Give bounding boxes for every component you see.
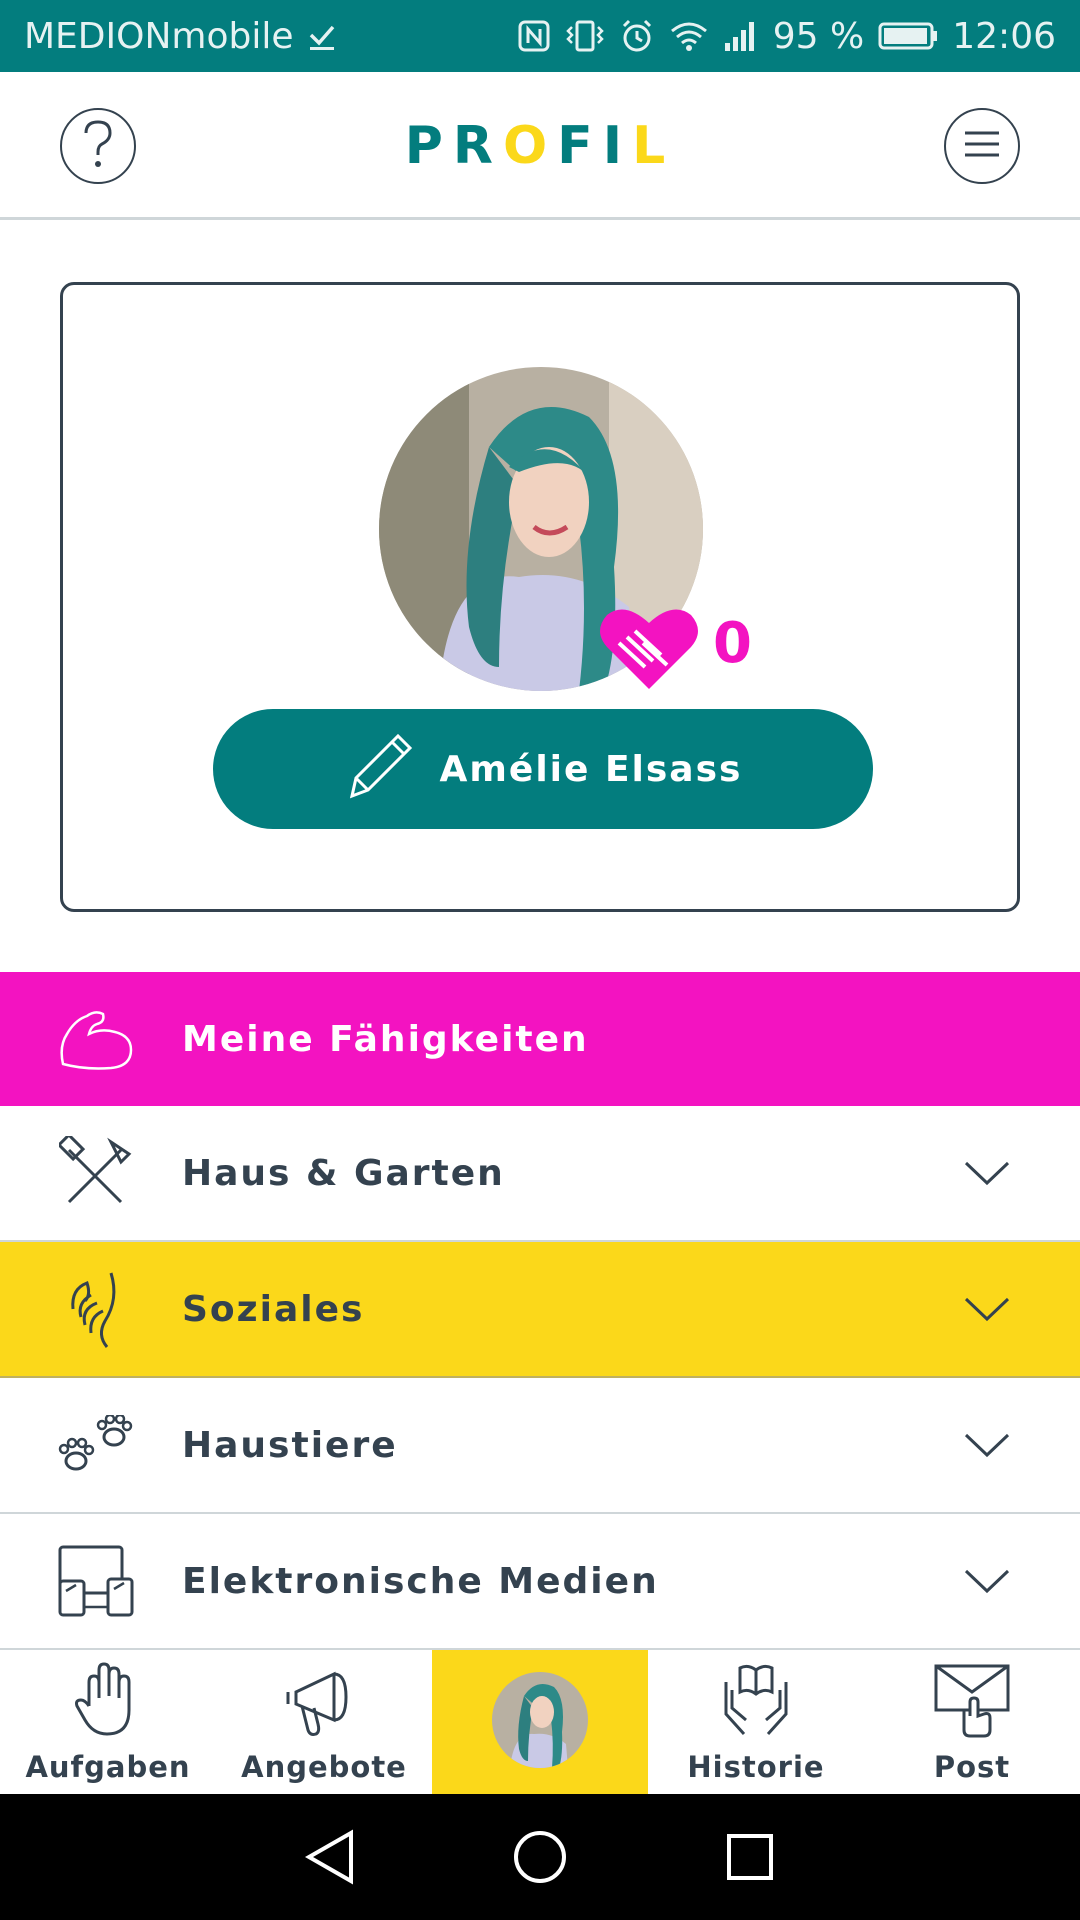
nav-profil[interactable] bbox=[432, 1650, 648, 1796]
nav-label: Angebote bbox=[241, 1750, 407, 1784]
nav-aufgaben[interactable]: Aufgaben bbox=[0, 1650, 216, 1796]
skills-header: Meine Fähigkeiten bbox=[0, 972, 1080, 1106]
nfc-icon bbox=[517, 19, 551, 53]
download-done-icon bbox=[308, 21, 336, 51]
paw-icon bbox=[56, 1405, 136, 1485]
menu-button[interactable] bbox=[944, 108, 1020, 184]
carrier-name: MEDIONmobile bbox=[24, 15, 294, 57]
skill-label: Elektronische Medien bbox=[182, 1560, 659, 1602]
skills-header-label: Meine Fähigkeiten bbox=[182, 1018, 589, 1060]
wifi-icon bbox=[669, 19, 709, 53]
nav-profile-avatar bbox=[492, 1672, 588, 1768]
system-navigation-bar bbox=[0, 1794, 1080, 1920]
helping-hands-icon bbox=[56, 1269, 136, 1349]
vibrate-icon bbox=[565, 19, 605, 53]
page-title-letter: R bbox=[452, 116, 503, 176]
tools-icon bbox=[56, 1133, 136, 1213]
page-title-letter: F bbox=[557, 116, 603, 176]
edit-name-button[interactable]: Amélie Elsass bbox=[213, 709, 873, 829]
status-bar: MEDIONmobile 95 % 12:06 bbox=[0, 0, 1080, 72]
skill-category-haustiere[interactable]: Haustiere bbox=[0, 1378, 1080, 1514]
envelope-icon bbox=[932, 1660, 1012, 1740]
chevron-down-icon[interactable] bbox=[964, 1558, 1010, 1604]
skill-label: Soziales bbox=[182, 1288, 365, 1330]
page-title-letter: I bbox=[602, 116, 633, 176]
helper-count: 0 bbox=[713, 611, 752, 676]
skill-category-haus-garten[interactable]: Haus & Garten bbox=[0, 1106, 1080, 1242]
battery-percentage: 95 % bbox=[772, 15, 865, 57]
profile-name: Amélie Elsass bbox=[439, 748, 743, 790]
app-header: PROFIL bbox=[0, 72, 1080, 220]
nav-label: Post bbox=[933, 1750, 1011, 1784]
devices-icon bbox=[56, 1541, 136, 1621]
hamburger-icon bbox=[963, 129, 1001, 163]
page-title: PROFIL bbox=[0, 116, 1080, 176]
skill-category-soziales[interactable]: Soziales bbox=[0, 1242, 1080, 1378]
clock: 12:06 bbox=[952, 15, 1056, 57]
page-title-letter: P bbox=[404, 116, 453, 176]
signal-icon bbox=[723, 19, 759, 53]
bottom-navigation: Aufgaben Angebote Historie Post bbox=[0, 1648, 1080, 1796]
battery-icon bbox=[878, 21, 938, 51]
chevron-down-icon[interactable] bbox=[964, 1422, 1010, 1468]
nav-historie[interactable]: Historie bbox=[648, 1650, 864, 1796]
nav-label: Historie bbox=[687, 1750, 825, 1784]
alarm-icon bbox=[619, 18, 655, 54]
nav-label: Aufgaben bbox=[25, 1750, 191, 1784]
back-icon[interactable] bbox=[300, 1827, 360, 1887]
nav-post[interactable]: Post bbox=[864, 1650, 1080, 1796]
page-title-letter: O bbox=[502, 116, 558, 176]
chevron-down-icon[interactable] bbox=[964, 1286, 1010, 1332]
megaphone-icon bbox=[284, 1660, 364, 1740]
skill-category-elektronische-medien[interactable]: Elektronische Medien bbox=[0, 1514, 1080, 1650]
chevron-down-icon[interactable] bbox=[964, 1150, 1010, 1196]
home-icon[interactable] bbox=[510, 1827, 570, 1887]
skill-label: Haus & Garten bbox=[182, 1152, 505, 1194]
muscle-arm-icon bbox=[56, 999, 136, 1079]
page-title-letter: L bbox=[632, 116, 676, 176]
pencil-icon bbox=[344, 728, 418, 811]
nav-angebote[interactable]: Angebote bbox=[216, 1650, 432, 1796]
hand-icon bbox=[68, 1660, 148, 1740]
helping-heart-icon bbox=[597, 603, 701, 693]
recents-icon[interactable] bbox=[720, 1827, 780, 1887]
skill-label: Haustiere bbox=[182, 1424, 398, 1466]
skills-list: Meine Fähigkeiten Haus & Garten Soziales… bbox=[0, 972, 1080, 1650]
book-hands-icon bbox=[716, 1660, 796, 1740]
profile-card: 0 Amélie Elsass bbox=[60, 282, 1020, 912]
